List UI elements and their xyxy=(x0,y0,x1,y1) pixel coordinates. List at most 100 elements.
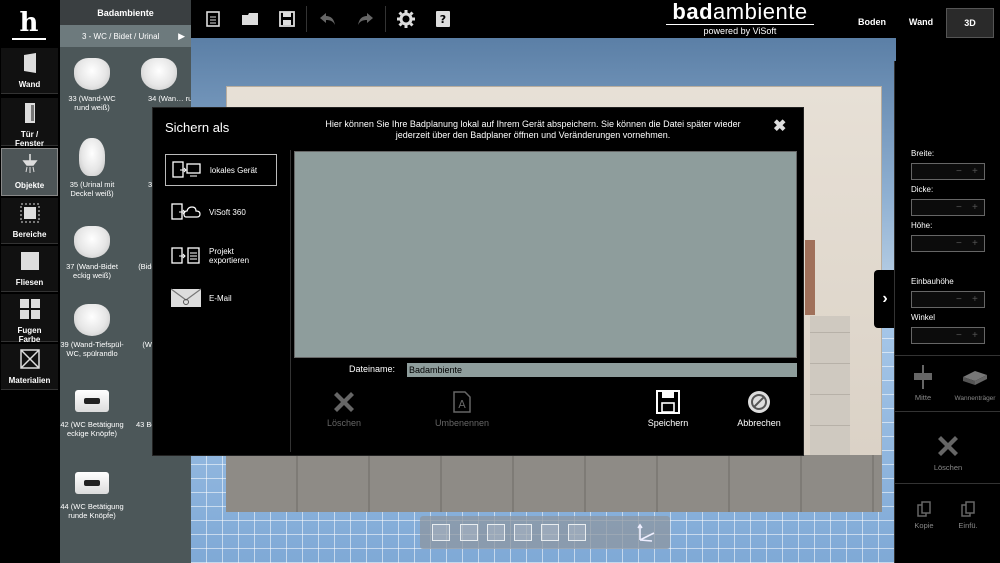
tool-wand[interactable]: Wand xyxy=(1,48,58,94)
delete-label: Löschen xyxy=(326,418,362,428)
catalog-item[interactable]: 42 (WC Betätigung eckige Knöpfe) xyxy=(60,384,124,438)
catalog-item-label: 34 (Wan… run… xyxy=(148,94,191,103)
plus-icon[interactable]: + xyxy=(972,330,978,341)
cube-left-icon[interactable] xyxy=(487,524,505,541)
open-folder-icon[interactable] xyxy=(237,6,263,32)
tool-tuer-fenster[interactable]: Tür / Fenster xyxy=(1,98,58,148)
save-button[interactable]: Speichern xyxy=(641,390,695,428)
catalog-subcategory[interactable]: 3 - WC / Bidet / Urinal ▶ xyxy=(60,25,191,47)
tool-fugen-farbe-label: Fugen Farbe xyxy=(17,326,42,344)
catalog-item-label: 33 (Wand-WC rund weiß) xyxy=(68,94,116,112)
minus-icon[interactable]: − xyxy=(956,330,962,341)
thickness-field[interactable]: − + xyxy=(911,199,985,216)
room-floor xyxy=(226,455,882,512)
help-icon[interactable]: ? xyxy=(430,6,456,32)
plus-icon[interactable]: + xyxy=(972,166,978,177)
dialog-info-text: Hier können Sie Ihre Badplanung lokal au… xyxy=(325,119,741,140)
catalog-item[interactable]: 35 (Urinal mit Deckel weiß) xyxy=(60,138,124,198)
tub-support-label: Wannenträger xyxy=(954,395,996,402)
urinal-thumbnail xyxy=(79,138,105,176)
cancel-label: Abbrechen xyxy=(737,418,781,428)
view-wand-button[interactable]: Wand xyxy=(900,8,942,36)
delete-icon xyxy=(938,436,958,456)
new-document-icon[interactable] xyxy=(200,6,226,32)
delete-object-button[interactable]: Löschen xyxy=(923,433,973,472)
center-label: Mitte xyxy=(914,393,932,402)
cube-front-icon[interactable] xyxy=(460,524,478,541)
left-toolbar: Wand Tür / Fenster Objekte Bereiche Flie… xyxy=(0,48,59,563)
flush-plate-thumbnail xyxy=(75,390,109,412)
room-wall-tiles xyxy=(810,316,850,456)
undo-icon[interactable] xyxy=(315,6,341,32)
rename-button[interactable]: A Umbenennen xyxy=(429,390,495,428)
delete-icon xyxy=(334,392,354,412)
panel-collapse-tab[interactable]: › xyxy=(874,270,896,328)
cube-view-icon[interactable] xyxy=(432,524,450,541)
plus-icon[interactable]: + xyxy=(972,238,978,249)
catalog-item[interactable]: 34 (Wan… run… xyxy=(126,58,191,103)
delete-button[interactable]: Löschen xyxy=(319,390,369,428)
toilet-thumbnail xyxy=(74,58,110,90)
save-floppy-icon[interactable] xyxy=(274,6,300,32)
paste-label: Einfü. xyxy=(958,521,978,530)
plus-icon[interactable]: + xyxy=(972,294,978,305)
delete-object-label: Löschen xyxy=(933,463,963,472)
catalog-item[interactable]: 37 (Wand-Bidet eckig weiß) xyxy=(60,226,124,280)
gear-icon[interactable] xyxy=(393,6,419,32)
chevron-right-icon: › xyxy=(882,290,888,307)
export-icon xyxy=(171,247,200,264)
height-field[interactable]: − + xyxy=(911,235,985,252)
height-label: Höhe: xyxy=(911,221,933,230)
tub-support-button[interactable]: Wannenträger xyxy=(951,365,999,402)
catalog-item-label: 37 (Wand-Bidet eckig weiß) xyxy=(66,262,118,280)
angle-label: Winkel xyxy=(911,313,936,322)
option-export-project[interactable]: Projekt exportieren xyxy=(165,240,277,272)
catalog-item[interactable]: 33 (Wand-WC rund weiß) xyxy=(60,58,124,112)
svg-text:?: ? xyxy=(440,13,446,26)
mount-height-label: Einbauhöhe xyxy=(911,277,954,286)
option-visoft-360[interactable]: ViSoft 360 xyxy=(165,196,277,228)
tool-materialien[interactable]: Materialien xyxy=(1,344,58,390)
close-icon[interactable]: ✖ xyxy=(773,116,786,136)
panel-divider xyxy=(895,355,1000,356)
rename-label: Umbenennen xyxy=(434,418,490,428)
cube-right-icon[interactable] xyxy=(514,524,532,541)
catalog-item-label: 44 (WC Betätigung runde Knöpfe) xyxy=(60,502,124,520)
filename-input[interactable] xyxy=(407,363,797,377)
width-field[interactable]: − + xyxy=(911,163,985,180)
copy-button[interactable]: Kopie xyxy=(909,501,939,530)
cube-top-icon[interactable] xyxy=(568,524,586,541)
catalog-item[interactable]: 39 (Wand-Tiefspül-WC, spülrandlo xyxy=(60,304,124,358)
axis-navigation-icon[interactable] xyxy=(636,523,656,543)
cancel-button[interactable]: Abbrechen xyxy=(731,390,787,428)
tool-fugen-farbe[interactable]: Fugen Farbe xyxy=(1,294,58,344)
mount-height-field[interactable]: − + xyxy=(911,291,985,308)
h-logo-icon[interactable]: h xyxy=(0,0,58,48)
minus-icon[interactable]: − xyxy=(956,166,962,177)
catalog-item[interactable]: 44 (WC Betätigung runde Knöpfe) xyxy=(60,466,124,520)
view-3d-button[interactable]: 3D xyxy=(946,8,994,38)
toilet-thumbnail xyxy=(74,304,110,336)
material-icon xyxy=(19,349,40,369)
option-email[interactable]: E-Mail xyxy=(165,282,277,314)
grout-icon xyxy=(19,299,40,319)
option-local-device[interactable]: lokales Gerät xyxy=(165,154,277,186)
minus-icon[interactable]: − xyxy=(956,238,962,249)
save-label: Speichern xyxy=(647,418,689,428)
tile-icon xyxy=(20,252,39,270)
tool-bereiche[interactable]: Bereiche xyxy=(1,198,58,244)
center-button[interactable]: Mitte xyxy=(905,365,941,402)
brand-subtitle: powered by ViSoft xyxy=(703,26,777,36)
plus-icon[interactable]: + xyxy=(972,202,978,213)
tool-objekte[interactable]: Objekte xyxy=(1,148,58,196)
minus-icon[interactable]: − xyxy=(956,294,962,305)
paste-button[interactable]: Einfü. xyxy=(953,501,983,530)
svg-text:A: A xyxy=(458,398,466,411)
redo-icon[interactable] xyxy=(352,6,378,32)
minus-icon[interactable]: − xyxy=(956,202,962,213)
cube-back-icon[interactable] xyxy=(541,524,559,541)
panel-divider xyxy=(895,483,1000,484)
tool-fliesen[interactable]: Fliesen xyxy=(1,246,58,292)
view-boden-button[interactable]: Boden xyxy=(852,8,892,36)
angle-field[interactable]: − + xyxy=(911,327,985,344)
